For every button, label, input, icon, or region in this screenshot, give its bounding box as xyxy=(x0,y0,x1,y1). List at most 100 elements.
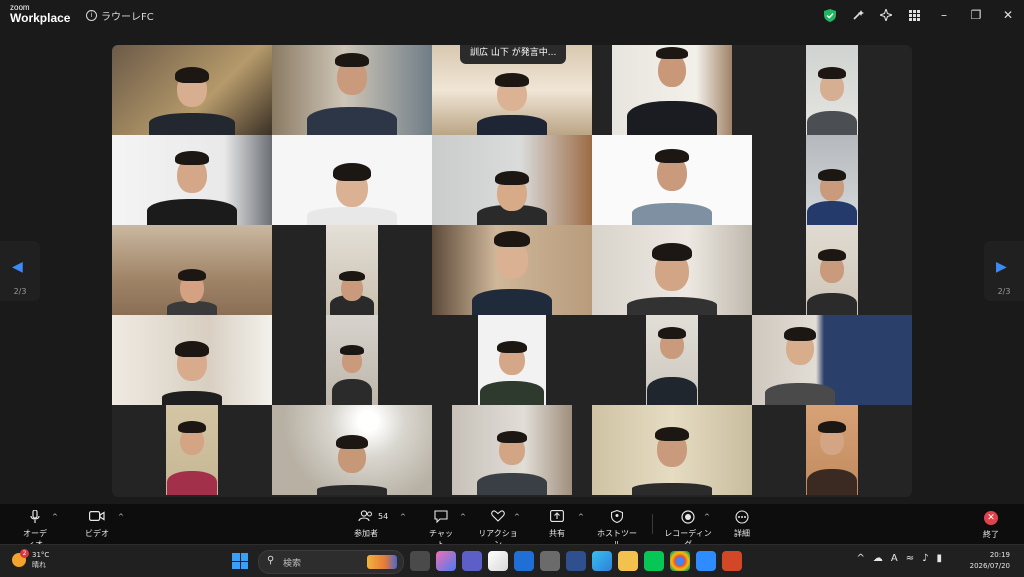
participant-video-tile[interactable] xyxy=(646,315,698,405)
more-dots-icon xyxy=(730,510,754,526)
participant-video-tile[interactable] xyxy=(112,315,272,405)
participant-video-tile[interactable] xyxy=(806,405,858,495)
video-button[interactable]: ビデオ xyxy=(84,510,110,539)
video-gallery: 訓広 山下 が発言中... xyxy=(112,45,912,497)
host-shield-icon xyxy=(594,509,640,526)
windows-taskbar: 2 31°C 晴れ ⚲ 検索 ^ ☁ A ≈ ♪ ▮ 20:19 2026/07… xyxy=(0,544,1024,577)
participant-video-tile[interactable] xyxy=(432,135,592,225)
participant-video-tile[interactable] xyxy=(592,405,752,495)
photos-icon[interactable] xyxy=(540,551,560,571)
shield-check-icon[interactable] xyxy=(816,0,844,30)
powerpoint-icon[interactable] xyxy=(722,551,742,571)
chat-options-caret[interactable]: ^ xyxy=(460,513,466,521)
participant-video-tile[interactable] xyxy=(806,45,858,135)
active-speaker-banner: 訓広 山下 が発言中... xyxy=(460,45,567,64)
ime-icon[interactable]: A xyxy=(891,553,898,564)
chrome-icon[interactable] xyxy=(670,551,690,571)
title-bar: zoom Workplace i ラウーレFC – ❐ ✕ xyxy=(0,0,1024,30)
participant-video-tile[interactable] xyxy=(432,225,592,315)
microphone-icon xyxy=(20,509,50,526)
weather-sun-icon: 2 xyxy=(12,549,29,567)
volume-icon[interactable]: ♪ xyxy=(922,553,928,564)
participants-options-caret[interactable]: ^ xyxy=(400,513,406,521)
toolbar-divider xyxy=(652,514,653,534)
next-page-button[interactable]: ▶ 2/3 xyxy=(984,241,1024,301)
share-button[interactable]: 共有 xyxy=(544,510,570,539)
apps-grid-icon[interactable] xyxy=(900,0,928,30)
search-placeholder: 検索 xyxy=(283,559,302,569)
end-x-icon: ✕ xyxy=(984,511,998,525)
more-button[interactable]: 詳細 xyxy=(730,510,754,539)
file-explorer-icon[interactable] xyxy=(618,551,638,571)
weather-widget[interactable]: 2 31°C 晴れ xyxy=(12,549,50,570)
line-icon[interactable] xyxy=(644,551,664,571)
participant-video-tile[interactable] xyxy=(112,135,272,225)
participant-video-tile[interactable] xyxy=(112,45,272,135)
mail-icon[interactable] xyxy=(514,551,534,571)
participant-video-tile[interactable] xyxy=(452,405,572,495)
share-screen-icon xyxy=(544,510,570,526)
record-options-caret[interactable]: ^ xyxy=(704,513,710,521)
page-indicator-left: 2/3 xyxy=(13,287,27,296)
battery-icon[interactable]: ▮ xyxy=(936,553,942,564)
participant-video-tile[interactable] xyxy=(806,225,858,315)
minimize-icon[interactable]: – xyxy=(928,0,960,30)
share-options-caret[interactable]: ^ xyxy=(578,513,584,521)
store-icon[interactable] xyxy=(488,551,508,571)
participant-video-tile[interactable] xyxy=(112,225,272,315)
heart-icon xyxy=(478,510,518,526)
system-tray: ^ ☁ A ≈ ♪ ▮ xyxy=(856,553,942,564)
pen-sparkle-icon[interactable] xyxy=(844,0,872,30)
sparkle-icon[interactable] xyxy=(872,0,900,30)
clock-date: 2026/07/20 xyxy=(969,562,1010,570)
zoom-workplace-logo: zoom Workplace xyxy=(10,3,71,25)
participant-video-tile[interactable] xyxy=(272,135,432,225)
weather-badge: 2 xyxy=(20,549,29,558)
teams-icon[interactable] xyxy=(462,551,482,571)
reactions-options-caret[interactable]: ^ xyxy=(514,513,520,521)
arrow-left-icon: ◀ xyxy=(12,259,23,275)
wifi-icon[interactable]: ≈ xyxy=(906,553,914,564)
windows-start-icon[interactable] xyxy=(232,553,248,569)
participant-video-tile[interactable] xyxy=(326,315,378,405)
show-hidden-icons-icon[interactable]: ^ xyxy=(856,553,864,564)
info-icon: i xyxy=(86,10,97,21)
video-camera-icon xyxy=(84,510,110,526)
audio-options-caret[interactable]: ^ xyxy=(52,513,58,521)
account-name: ラウーレFC xyxy=(101,12,154,23)
chat-bubble-icon xyxy=(426,510,456,526)
taskbar-search[interactable]: ⚲ 検索 xyxy=(258,550,404,574)
taskbar-clock[interactable]: 20:19 2026/07/20 xyxy=(970,550,1010,572)
page-indicator-right: 2/3 xyxy=(997,287,1011,296)
edge-icon[interactable] xyxy=(592,551,612,571)
cloud-icon[interactable]: ☁ xyxy=(873,553,883,564)
account-info[interactable]: i ラウーレFC xyxy=(86,8,154,23)
participant-video-tile[interactable] xyxy=(592,225,752,315)
meeting-controls: オーディオ ^ ビデオ ^ 参加者 54 ^ チャット ^ リアクション ^ 共… xyxy=(0,504,1024,549)
task-view-icon[interactable] xyxy=(410,551,430,571)
participants-count: 54 xyxy=(378,512,389,521)
video-options-caret[interactable]: ^ xyxy=(118,513,124,521)
end-meeting-button[interactable]: ✕ 終了 xyxy=(978,510,1004,540)
participant-video-tile[interactable] xyxy=(272,45,432,135)
app-icon[interactable] xyxy=(566,551,586,571)
participant-video-tile[interactable] xyxy=(806,135,858,225)
copilot-icon[interactable] xyxy=(436,551,456,571)
close-icon[interactable]: ✕ xyxy=(992,0,1024,30)
participant-video-tile[interactable] xyxy=(166,405,218,495)
clock-time: 20:19 xyxy=(989,551,1010,559)
participant-video-tile[interactable] xyxy=(272,405,432,495)
participant-video-tile[interactable] xyxy=(592,135,752,225)
search-icon: ⚲ xyxy=(267,555,275,566)
zoom-icon[interactable] xyxy=(696,551,716,571)
participant-video-tile[interactable] xyxy=(478,315,546,405)
weather-temperature: 31°C xyxy=(32,551,50,559)
participant-video-tile[interactable] xyxy=(612,45,732,135)
restore-icon[interactable]: ❐ xyxy=(960,0,992,30)
participant-video-tile[interactable] xyxy=(752,315,912,405)
arrow-right-icon: ▶ xyxy=(996,259,1007,275)
search-highlight-art xyxy=(367,555,397,569)
previous-page-button[interactable]: ◀ 2/3 xyxy=(0,241,40,301)
participant-video-tile[interactable] xyxy=(326,225,378,315)
weather-condition: 晴れ xyxy=(32,561,46,569)
